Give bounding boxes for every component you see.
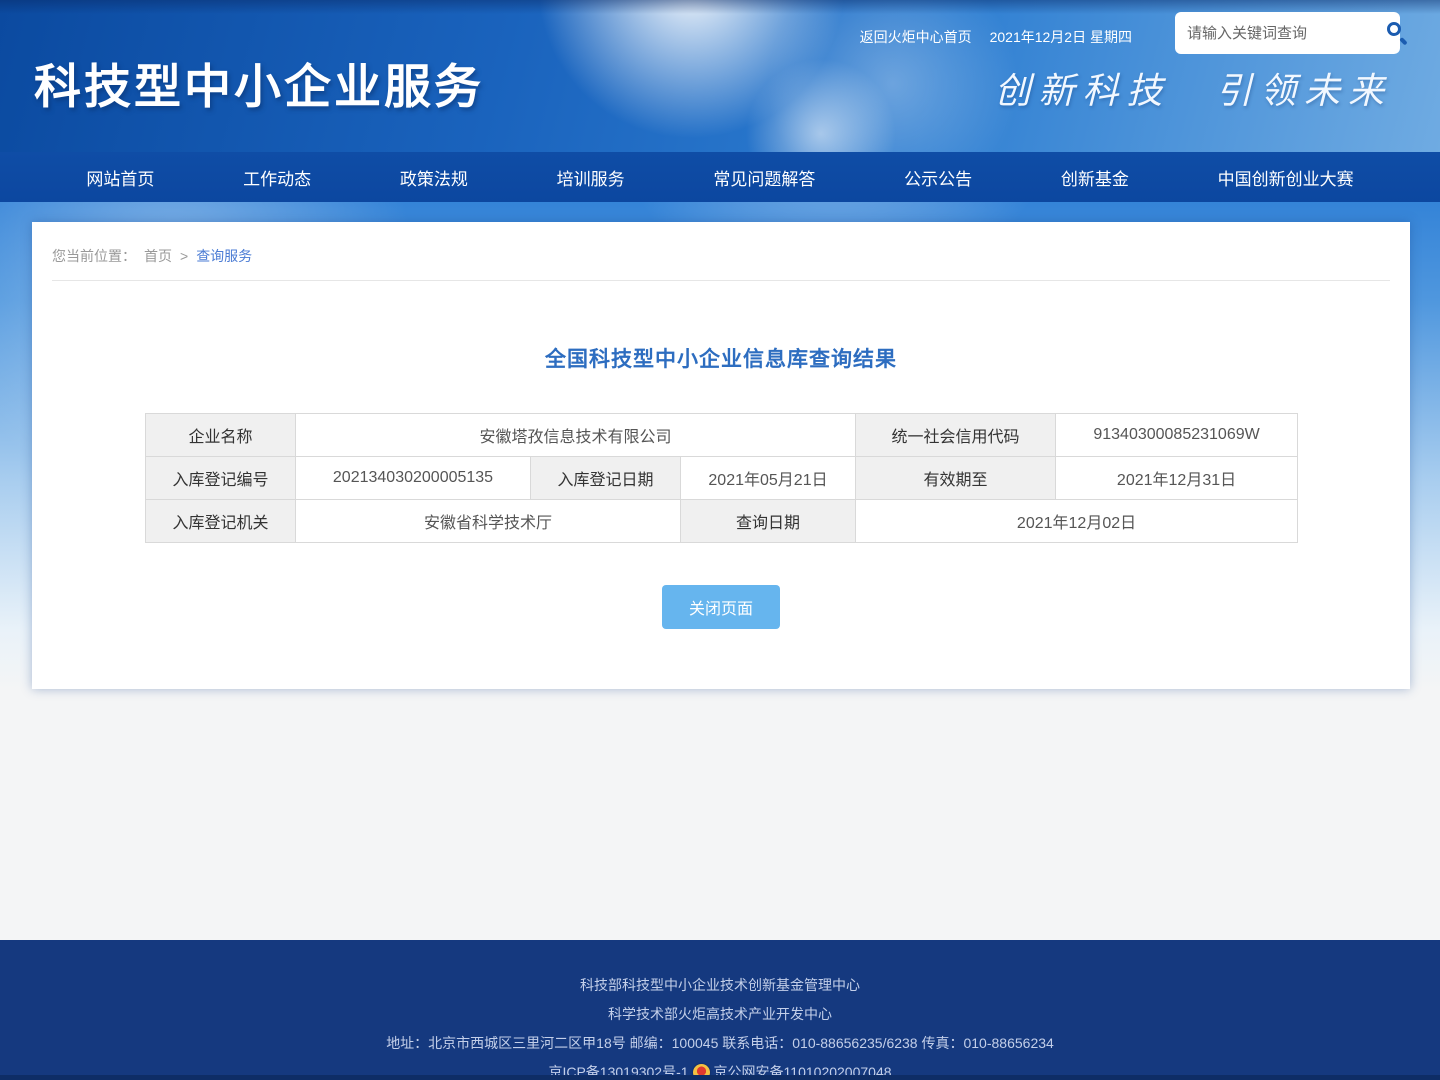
breadcrumb-separator: > (180, 248, 188, 264)
query-result-table: 企业名称 安徽塔孜信息技术有限公司 统一社会信用代码 9134030008523… (145, 413, 1298, 543)
search-icon[interactable] (1386, 21, 1410, 45)
nav-item-home[interactable]: 网站首页 (80, 165, 160, 190)
table-row: 入库登记机关 安徽省科学技术厅 查询日期 2021年12月02日 (146, 500, 1298, 543)
search-icon-handle (1399, 37, 1407, 45)
search-input[interactable] (1187, 25, 1386, 42)
search-box (1175, 12, 1400, 54)
footer-org-line-2: 科学技术部火炬高技术产业开发中心 (0, 1000, 1440, 1029)
breadcrumb: 您当前位置： 首页 > 查询服务 (52, 222, 1390, 281)
registration-number-label: 入库登记编号 (146, 457, 296, 500)
registration-authority-value: 安徽省科学技术厅 (296, 500, 681, 543)
header-slogan: 创新科技 引领未来 (995, 62, 1392, 114)
main-nav: 网站首页 工作动态 政策法规 培训服务 常见问题解答 公示公告 创新基金 中国创… (0, 152, 1440, 202)
button-row: 关闭页面 (32, 585, 1410, 629)
site-footer: 科技部科技型中小企业技术创新基金管理中心 科学技术部火炬高技术产业开发中心 地址… (0, 940, 1440, 1080)
return-torch-home-link[interactable]: 返回火炬中心首页 (860, 27, 972, 47)
breadcrumb-current-link[interactable]: 查询服务 (196, 246, 252, 266)
page: 科技型中小企业服务 返回火炬中心首页 2021年12月2日 星期四 创新科技 引… (0, 0, 1440, 1080)
site-header: 科技型中小企业服务 返回火炬中心首页 2021年12月2日 星期四 创新科技 引… (0, 0, 1440, 152)
page-title: 全国科技型中小企业信息库查询结果 (32, 343, 1410, 373)
query-date-label: 查询日期 (681, 500, 856, 543)
search-icon-lens (1387, 22, 1401, 36)
credit-code-value: 91340300085231069W (1056, 414, 1298, 457)
nav-item-announcements[interactable]: 公示公告 (898, 165, 978, 190)
nav-item-faq[interactable]: 常见问题解答 (707, 165, 821, 190)
nav-item-innovation-fund[interactable]: 创新基金 (1055, 165, 1135, 190)
registration-date-value: 2021年05月21日 (681, 457, 856, 500)
registration-authority-label: 入库登记机关 (146, 500, 296, 543)
header-top-links: 返回火炬中心首页 2021年12月2日 星期四 (860, 27, 1132, 47)
footer-bottom-strip (0, 1075, 1440, 1080)
table-row: 入库登记编号 202134030200005135 入库登记日期 2021年05… (146, 457, 1298, 500)
footer-org-line-1: 科技部科技型中小企业技术创新基金管理中心 (0, 971, 1440, 1000)
nav-item-policies[interactable]: 政策法规 (394, 165, 474, 190)
registration-date-label: 入库登记日期 (531, 457, 681, 500)
close-page-button[interactable]: 关闭页面 (662, 585, 780, 629)
valid-until-label: 有效期至 (856, 457, 1056, 500)
footer-contact-line: 地址：北京市西城区三里河二区甲18号 邮编：100045 联系电话：010-88… (0, 1029, 1440, 1058)
company-name-value: 安徽塔孜信息技术有限公司 (296, 414, 856, 457)
company-name-label: 企业名称 (146, 414, 296, 457)
breadcrumb-prefix: 您当前位置： (52, 246, 136, 266)
valid-until-value: 2021年12月31日 (1056, 457, 1298, 500)
site-logo: 科技型中小企业服务 (34, 48, 484, 117)
nav-item-training[interactable]: 培训服务 (551, 165, 631, 190)
credit-code-label: 统一社会信用代码 (856, 414, 1056, 457)
header-date: 2021年12月2日 星期四 (990, 27, 1132, 47)
nav-item-competition[interactable]: 中国创新创业大赛 (1212, 165, 1360, 190)
registration-number-value: 202134030200005135 (296, 457, 531, 500)
table-row: 企业名称 安徽塔孜信息技术有限公司 统一社会信用代码 9134030008523… (146, 414, 1298, 457)
breadcrumb-home-link[interactable]: 首页 (144, 246, 172, 266)
nav-item-work-news[interactable]: 工作动态 (237, 165, 317, 190)
query-date-value: 2021年12月02日 (856, 500, 1298, 543)
content-box: 您当前位置： 首页 > 查询服务 全国科技型中小企业信息库查询结果 企业名称 安… (32, 222, 1410, 689)
